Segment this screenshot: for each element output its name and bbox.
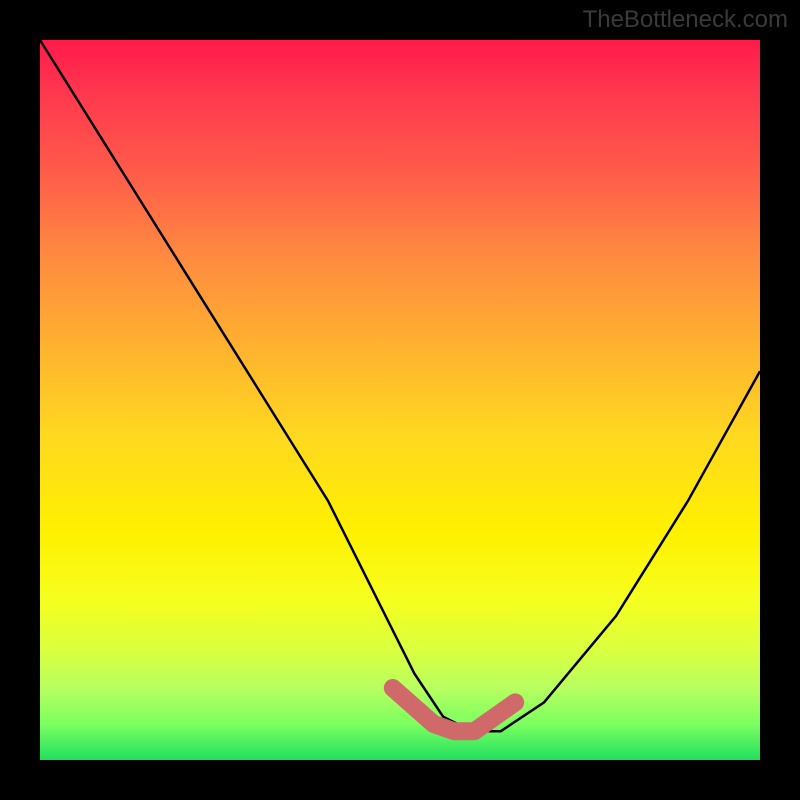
chart-overlay: [40, 40, 760, 760]
chart-container: TheBottleneck.com: [0, 0, 800, 800]
highlight-optimal-range: [393, 688, 515, 731]
watermark-text: TheBottleneck.com: [583, 6, 788, 34]
bottleneck-curve-path: [40, 40, 760, 731]
